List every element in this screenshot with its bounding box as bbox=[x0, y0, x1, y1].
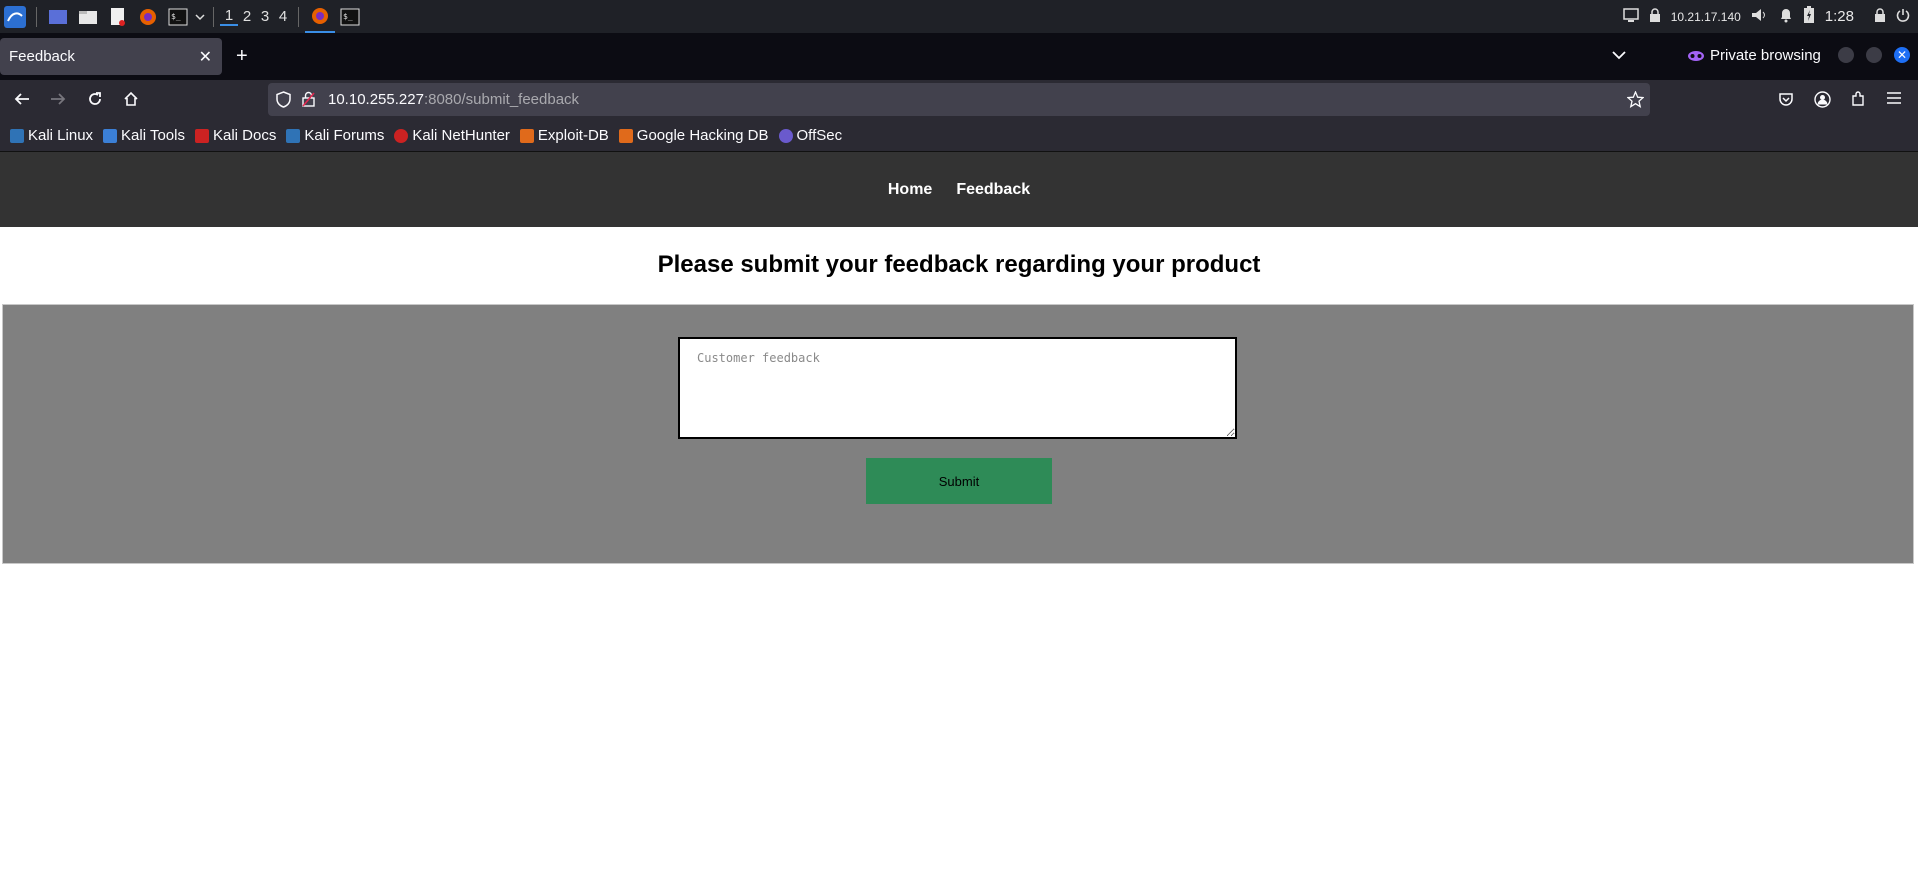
maximize-window-button[interactable] bbox=[1866, 47, 1882, 63]
close-tab-icon[interactable]: ✕ bbox=[199, 47, 212, 67]
url-path: :8080/submit_feedback bbox=[423, 91, 580, 108]
url-text[interactable]: 10.10.255.227:8080/submit_feedback bbox=[328, 91, 579, 108]
bookmark-kali-forums[interactable]: Kali Forums bbox=[286, 127, 384, 144]
nav-home-link[interactable]: Home bbox=[888, 181, 932, 199]
workspace-4[interactable]: 4 bbox=[274, 8, 292, 25]
kali-dragon-icon bbox=[10, 128, 24, 143]
workspace-3[interactable]: 3 bbox=[256, 8, 274, 25]
bookmark-google-hacking-db[interactable]: Google Hacking DB bbox=[618, 127, 769, 144]
private-mask-icon bbox=[1688, 50, 1704, 61]
kali-docs-icon bbox=[194, 128, 209, 143]
lock-screen-icon[interactable] bbox=[1874, 7, 1886, 26]
bookmark-label: Google Hacking DB bbox=[636, 127, 769, 144]
private-browsing-label: Private browsing bbox=[1710, 47, 1821, 64]
insecure-lock-icon[interactable] bbox=[302, 91, 315, 112]
site-navigation: Home Feedback bbox=[0, 152, 1918, 227]
pocket-icon[interactable] bbox=[1778, 91, 1794, 112]
bookmark-offsec[interactable]: OffSec bbox=[778, 127, 843, 144]
bookmark-exploit-db[interactable]: Exploit-DB bbox=[519, 127, 609, 144]
firefox-window-icon[interactable] bbox=[305, 0, 335, 33]
taskbar-separator bbox=[213, 6, 214, 27]
notification-bell-icon[interactable] bbox=[1779, 7, 1793, 27]
home-icon[interactable] bbox=[123, 91, 139, 112]
text-editor-icon[interactable] bbox=[103, 0, 133, 33]
private-browsing-indicator: Private browsing bbox=[1688, 47, 1821, 64]
terminal-window-icon[interactable]: $_ bbox=[335, 0, 365, 33]
chevron-down-icon[interactable] bbox=[193, 0, 207, 33]
workspace-1[interactable]: 1 bbox=[220, 7, 238, 26]
kali-tools-icon bbox=[103, 128, 118, 143]
tab-feedback[interactable]: Feedback ✕ bbox=[0, 38, 222, 75]
tracking-protection-shield-icon[interactable] bbox=[276, 91, 291, 113]
nethunter-icon bbox=[394, 128, 409, 143]
back-arrow-icon[interactable] bbox=[14, 91, 30, 112]
taskbar-separator bbox=[36, 6, 37, 27]
minimize-window-button[interactable] bbox=[1838, 47, 1854, 63]
bookmarks-toolbar: Kali Linux Kali Tools Kali Docs Kali For… bbox=[0, 120, 1918, 152]
bookmark-star-icon[interactable] bbox=[1626, 90, 1645, 113]
offsec-icon bbox=[778, 128, 793, 143]
bookmark-label: Kali Docs bbox=[212, 127, 277, 144]
account-icon[interactable] bbox=[1814, 91, 1831, 113]
browser-tab-bar: Feedback ✕ + Private browsing ✕ bbox=[0, 33, 1918, 80]
reload-icon[interactable] bbox=[87, 91, 103, 112]
svg-text:$_: $_ bbox=[171, 12, 181, 21]
terminal-launcher-icon[interactable]: $_ bbox=[163, 0, 193, 33]
page-heading: Please submit your feedback regarding yo… bbox=[657, 251, 1261, 278]
battery-icon[interactable] bbox=[1803, 5, 1815, 28]
svg-text:$_: $_ bbox=[343, 12, 353, 21]
kali-forums-icon bbox=[286, 128, 301, 143]
display-icon[interactable] bbox=[1622, 7, 1639, 26]
ghdb-icon bbox=[618, 128, 633, 143]
bookmark-label: Kali Forums bbox=[304, 127, 385, 144]
ip-address: 10.21.17.140 bbox=[1670, 9, 1741, 24]
bookmark-label: Kali Tools bbox=[121, 127, 185, 144]
taskbar-separator bbox=[298, 6, 299, 27]
bookmark-label: Kali NetHunter bbox=[412, 127, 510, 144]
url-bar[interactable]: 10.10.255.227:8080/submit_feedback bbox=[268, 83, 1650, 116]
workspace-2[interactable]: 2 bbox=[238, 8, 256, 25]
bookmark-label: OffSec bbox=[796, 127, 843, 144]
url-host: 10.10.255.227 bbox=[328, 91, 424, 108]
extensions-icon[interactable] bbox=[1850, 91, 1866, 112]
bookmark-label: Exploit-DB bbox=[537, 127, 609, 144]
close-window-button[interactable]: ✕ bbox=[1894, 47, 1910, 63]
bookmark-kali-tools[interactable]: Kali Tools bbox=[103, 127, 185, 144]
forward-arrow-icon[interactable] bbox=[50, 91, 66, 112]
nav-feedback-link[interactable]: Feedback bbox=[956, 181, 1030, 199]
new-tab-icon[interactable]: + bbox=[236, 45, 248, 68]
vpn-lock-icon[interactable] bbox=[1649, 7, 1661, 26]
bookmark-kali-nethunter[interactable]: Kali NetHunter bbox=[394, 127, 510, 144]
power-icon[interactable] bbox=[1896, 8, 1910, 26]
page-content: Home Feedback Please submit your feedbac… bbox=[0, 152, 1918, 878]
customer-feedback-textarea[interactable] bbox=[678, 337, 1237, 439]
os-taskbar: $_ 1 2 3 4 $_ 10.21.17.140 1:28 bbox=[0, 0, 1918, 33]
show-desktop-icon[interactable] bbox=[43, 0, 73, 33]
firefox-launcher-icon[interactable] bbox=[133, 0, 163, 33]
tab-title: Feedback bbox=[9, 48, 75, 65]
clock: 1:28 bbox=[1824, 8, 1854, 25]
browser-toolbar: 10.10.255.227:8080/submit_feedback bbox=[0, 80, 1918, 120]
bookmark-label: Kali Linux bbox=[28, 127, 94, 144]
hamburger-menu-icon[interactable] bbox=[1886, 91, 1902, 110]
bookmark-kali-docs[interactable]: Kali Docs bbox=[194, 127, 277, 144]
kali-menu-icon[interactable] bbox=[0, 0, 30, 33]
bookmark-kali-linux[interactable]: Kali Linux bbox=[10, 127, 93, 144]
list-all-tabs-icon[interactable] bbox=[1612, 47, 1626, 65]
exploit-db-icon bbox=[519, 128, 534, 143]
submit-button[interactable]: Submit bbox=[866, 458, 1052, 504]
volume-icon[interactable] bbox=[1751, 8, 1769, 26]
file-manager-icon[interactable] bbox=[73, 0, 103, 33]
